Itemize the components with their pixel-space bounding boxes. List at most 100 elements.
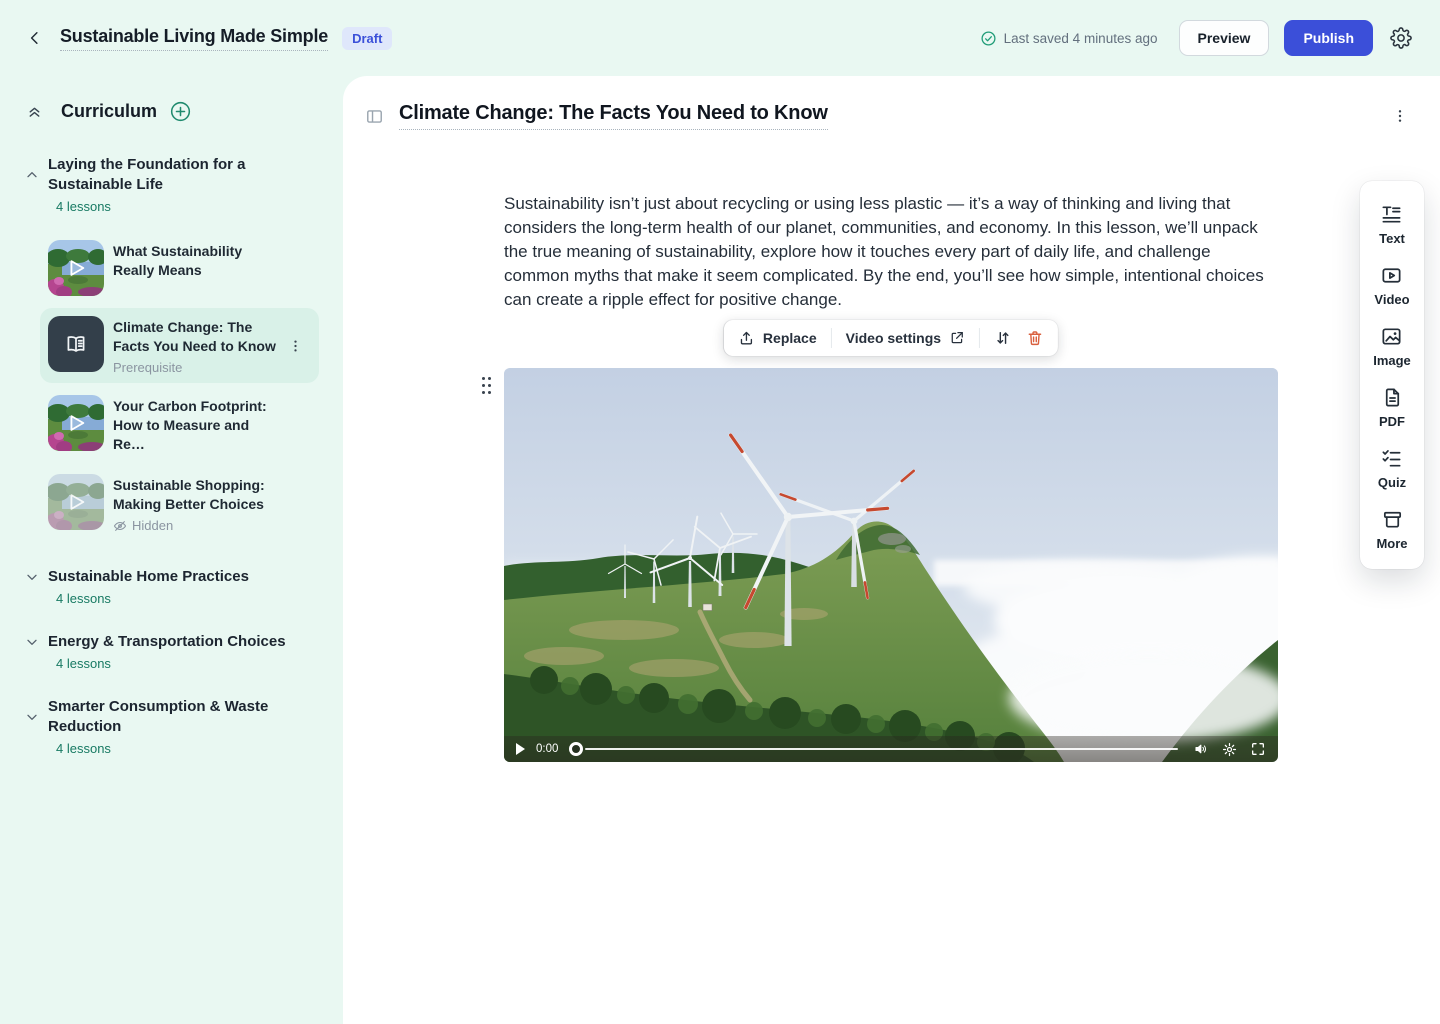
video-block-toolbar: Replace Video settings <box>724 320 1058 356</box>
section-header[interactable]: Energy & Transportation Choices <box>16 632 327 652</box>
lesson-menu-button[interactable] <box>284 334 307 357</box>
lesson-options-button[interactable] <box>1388 104 1412 128</box>
curriculum-section: Smarter Consumption & Waste Reduction 4 … <box>16 697 327 756</box>
save-status-text: Last saved 4 minutes ago <box>1004 31 1158 46</box>
toolbar-divider <box>831 328 832 348</box>
curriculum-section: Sustainable Home Practices 4 lessons <box>16 567 327 606</box>
lesson-paragraph[interactable]: Sustainability isn’t just about recyclin… <box>504 192 1278 312</box>
lesson-item[interactable]: Your Carbon Footprint: How to Measure an… <box>40 387 319 462</box>
video-controls: 0:00 <box>504 736 1278 762</box>
insert-image-button[interactable]: Image <box>1373 325 1411 368</box>
section-header[interactable]: Sustainable Home Practices <box>16 567 327 587</box>
video-icon <box>1380 264 1403 287</box>
insert-more-button[interactable]: More <box>1376 508 1407 551</box>
insert-item-label: Video <box>1374 292 1409 307</box>
topbar: Sustainable Living Made Simple Draft Las… <box>0 0 1440 76</box>
play-button[interactable] <box>516 743 525 755</box>
insert-text-button[interactable]: Text <box>1379 203 1405 246</box>
text-icon <box>1380 203 1403 226</box>
chevron-up-icon <box>24 167 40 183</box>
progress-track[interactable] <box>585 748 1178 751</box>
more-icon <box>1381 508 1404 531</box>
lesson-title: Sustainable Shopping: Making Better Choi… <box>113 476 279 514</box>
current-time: 0:00 <box>536 743 558 755</box>
sidebar-title: Curriculum <box>61 101 157 122</box>
delete-block-button[interactable] <box>1026 329 1044 347</box>
back-button[interactable] <box>24 27 46 49</box>
chevron-down-icon <box>24 709 40 725</box>
insert-item-label: Text <box>1379 231 1405 246</box>
section-header[interactable]: Laying the Foundation for a Sustainable … <box>16 155 327 195</box>
video-player[interactable]: 0:00 <box>504 368 1278 762</box>
section-title: Sustainable Home Practices <box>48 567 298 587</box>
insert-item-label: Quiz <box>1378 475 1406 490</box>
curriculum-section: Energy & Transportation Choices 4 lesson… <box>16 632 327 671</box>
lesson-editor: Climate Change: The Facts You Need to Kn… <box>343 76 1440 1024</box>
chevron-down-icon <box>24 634 40 650</box>
section-title: Energy & Transportation Choices <box>48 632 298 652</box>
preview-button[interactable]: Preview <box>1179 20 1270 56</box>
play-icon <box>48 474 104 530</box>
lesson-subtitle: Prerequisite <box>113 360 279 375</box>
block-drag-handle[interactable] <box>479 374 494 397</box>
section-title: Laying the Foundation for a Sustainable … <box>48 155 298 195</box>
insert-toolbar: Text Video Image PDF Quiz More <box>1360 181 1424 569</box>
insert-pdf-button[interactable]: PDF <box>1379 386 1405 429</box>
trash-icon <box>1026 329 1044 347</box>
lesson-reading-tile <box>48 316 104 372</box>
gear-icon <box>1222 742 1237 757</box>
plus-circle-icon <box>169 100 192 123</box>
upload-icon <box>738 330 755 347</box>
pdf-icon <box>1381 386 1404 409</box>
lesson-title: What Sustainability Really Means <box>113 242 279 280</box>
section-title: Smarter Consumption & Waste Reduction <box>48 697 298 737</box>
scrubber-handle[interactable] <box>569 742 583 756</box>
panel-left-icon <box>365 107 384 126</box>
lesson-subtitle: Hidden <box>132 518 173 533</box>
add-section-button[interactable] <box>167 98 194 125</box>
publish-button[interactable]: Publish <box>1284 20 1373 56</box>
insert-item-label: More <box>1376 536 1407 551</box>
lesson-item-selected[interactable]: Climate Change: The Facts You Need to Kn… <box>40 308 319 383</box>
toolbar-divider <box>979 328 980 348</box>
curriculum-section: Laying the Foundation for a Sustainable … <box>16 155 327 541</box>
section-lessons-count: 4 lessons <box>56 591 327 606</box>
player-settings-button[interactable] <box>1222 742 1237 757</box>
quiz-icon <box>1380 447 1403 470</box>
fullscreen-button[interactable] <box>1250 741 1266 757</box>
chevron-down-icon <box>24 569 40 585</box>
lesson-thumbnail <box>48 395 104 451</box>
status-badge: Draft <box>342 27 392 50</box>
volume-button[interactable] <box>1193 741 1209 757</box>
course-title[interactable]: Sustainable Living Made Simple <box>60 26 328 51</box>
insert-quiz-button[interactable]: Quiz <box>1378 447 1406 490</box>
curriculum-sidebar: Curriculum Laying the Foundation for a S… <box>0 76 343 1024</box>
double-chevron-up-icon <box>26 103 43 120</box>
lesson-item[interactable]: What Sustainability Really Means <box>40 232 319 304</box>
kebab-icon <box>1392 108 1408 124</box>
insert-item-label: PDF <box>1379 414 1405 429</box>
eye-off-icon <box>113 519 127 533</box>
fullscreen-icon <box>1250 741 1266 757</box>
video-settings-button[interactable]: Video settings <box>846 330 965 346</box>
insert-video-button[interactable]: Video <box>1374 264 1409 307</box>
kebab-icon <box>288 338 303 353</box>
toggle-sidebar-button[interactable] <box>363 105 386 128</box>
gear-icon <box>1390 27 1412 49</box>
video-block: Replace Video settings <box>504 368 1278 762</box>
book-open-icon <box>63 331 89 357</box>
move-block-button[interactable] <box>994 329 1012 347</box>
section-lessons-count: 4 lessons <box>56 199 327 214</box>
settings-button[interactable] <box>1388 25 1414 51</box>
video-frame-landscape <box>504 368 1278 762</box>
sort-arrows-icon <box>994 329 1012 347</box>
section-lessons-count: 4 lessons <box>56 741 327 756</box>
check-circle-icon <box>980 30 997 47</box>
lesson-title: Your Carbon Footprint: How to Measure an… <box>113 397 279 454</box>
replace-video-button[interactable]: Replace <box>738 330 817 347</box>
section-header[interactable]: Smarter Consumption & Waste Reduction <box>16 697 327 737</box>
collapse-all-button[interactable] <box>24 101 45 122</box>
lesson-thumbnail <box>48 474 104 530</box>
lesson-heading[interactable]: Climate Change: The Facts You Need to Kn… <box>399 102 828 130</box>
lesson-item-hidden[interactable]: Sustainable Shopping: Making Better Choi… <box>40 466 319 541</box>
